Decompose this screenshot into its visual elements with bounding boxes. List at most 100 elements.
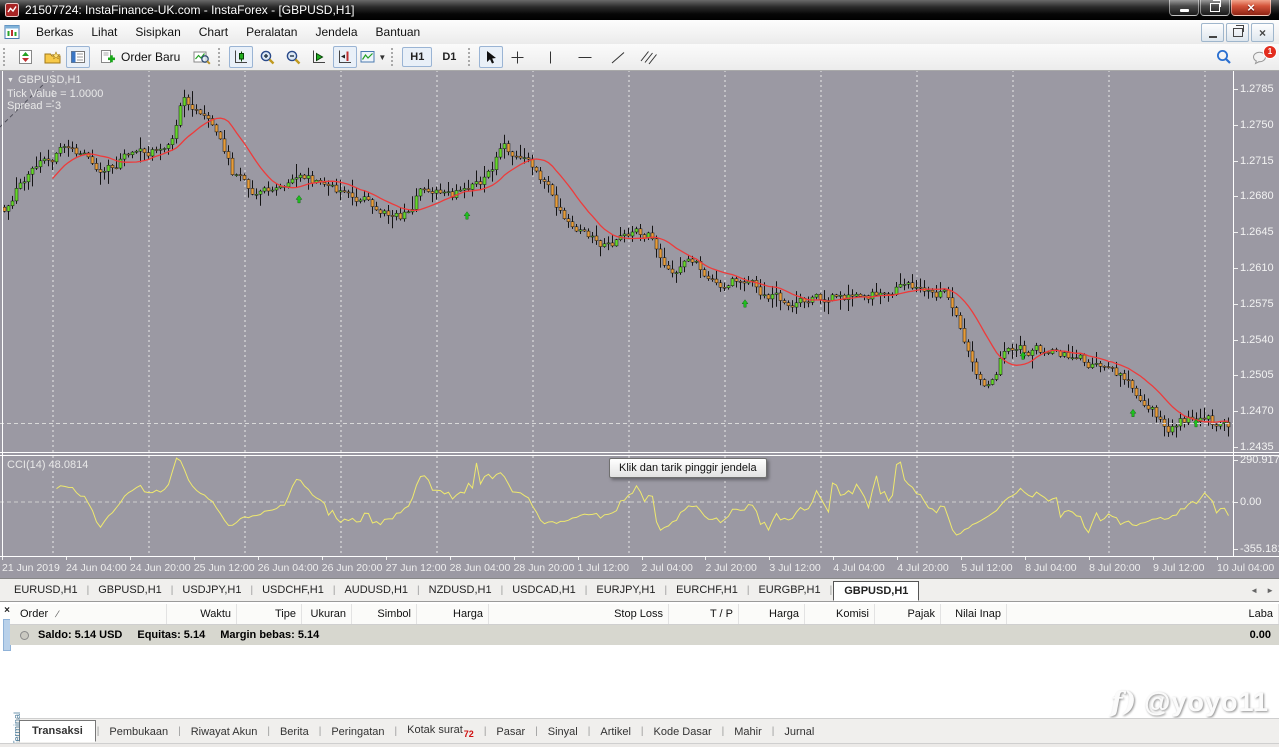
terminal-column-header[interactable]: T / P	[669, 604, 739, 624]
timeframe-button[interactable]: H1	[402, 47, 432, 67]
terminal-column-header[interactable]: Laba	[1007, 604, 1279, 624]
search-button[interactable]	[1212, 46, 1236, 68]
symbol-tab[interactable]: NZDUSD,H1	[421, 581, 500, 599]
terminal-column-header[interactable]: Harga	[739, 604, 805, 624]
terminal-tab[interactable]: Transaksi	[19, 720, 96, 742]
maximize-button[interactable]	[1200, 0, 1230, 16]
time-axis-label: 5 Jul 12:00	[961, 562, 1012, 574]
axis-tick	[578, 557, 579, 560]
toolbar-grip[interactable]	[218, 48, 224, 66]
trendline-tool-button[interactable]	[606, 46, 630, 68]
terminal-table-header: Order/WaktuTipeUkuranSimbol Harga Stop Los…	[10, 604, 1279, 625]
terminal-column-header[interactable]: Harga	[417, 604, 489, 624]
terminal-tab[interactable]: Pembukaan	[100, 722, 177, 742]
zoom-out-button[interactable]	[281, 46, 305, 68]
mdi-restore-button[interactable]	[1226, 23, 1249, 42]
symbol-tab[interactable]: GBPUSD,H1	[90, 581, 170, 599]
minimize-button[interactable]	[1169, 0, 1199, 16]
time-axis[interactable]: 21 Jun 201924 Jun 04:0024 Jun 20:0025 Ju…	[0, 557, 1279, 578]
symbol-tab[interactable]: EURGBP,H1	[750, 581, 828, 599]
terminal-tab[interactable]: Kotak surat72	[398, 720, 483, 742]
axis-tick	[258, 557, 259, 560]
candlestick-mode-button[interactable]	[229, 46, 253, 68]
terminal-column-header[interactable]: Simbol	[352, 604, 417, 624]
terminal-column-header[interactable]: Ukuran	[302, 604, 352, 624]
terminal-column-header[interactable]: Order/	[10, 604, 167, 624]
symbol-tab[interactable]: GBPUSD,H1	[833, 581, 919, 601]
zoom-in-button[interactable]	[255, 46, 279, 68]
menu-item[interactable]: Chart	[190, 21, 237, 43]
menu-item[interactable]: Lihat	[82, 21, 126, 43]
templates-button[interactable]: ▼	[359, 46, 387, 68]
terminal-tab[interactable]: Pasar	[487, 722, 534, 742]
terminal-tab[interactable]: Kode Dasar	[645, 722, 721, 742]
scroll-right-icon[interactable]: ►	[1266, 586, 1274, 595]
mdi-close-button[interactable]: ×	[1251, 23, 1274, 42]
column-label: Harga	[453, 608, 483, 620]
profiles-button[interactable]	[40, 46, 64, 68]
menu-item[interactable]: Bantuan	[367, 21, 430, 43]
toolbar-grip[interactable]	[468, 48, 474, 66]
fibonacci-tool-button[interactable]	[637, 46, 661, 68]
auto-scroll-button[interactable]	[307, 46, 331, 68]
terminal-tab[interactable]: Jurnal	[775, 722, 823, 742]
panel-splitter[interactable]	[0, 452, 1279, 453]
toolbar-grip[interactable]	[391, 48, 397, 66]
collapse-triangle-icon[interactable]: ▼	[7, 77, 14, 84]
terminal-tab[interactable]: Artikel	[591, 722, 640, 742]
terminal-tab[interactable]: Peringatan	[322, 722, 393, 742]
symbol-tab[interactable]: EURJPY,H1	[588, 581, 663, 599]
axis-tick	[1025, 557, 1026, 560]
price-axis[interactable]: 1.27851.27501.27151.26801.26451.26101.25…	[1234, 70, 1279, 557]
terminal-tab[interactable]: Mahir	[725, 722, 771, 742]
close-button[interactable]: ×	[1231, 0, 1271, 16]
scroll-left-icon[interactable]: ◄	[1250, 586, 1258, 595]
symbol-tab[interactable]: EURUSD,H1	[6, 581, 86, 599]
menu-item[interactable]: Sisipkan	[126, 21, 189, 43]
axis-tick	[1234, 375, 1238, 376]
symbol-tab[interactable]: USDCHF,H1	[254, 581, 332, 599]
crosshair-tool-button[interactable]	[505, 46, 529, 68]
indicators-button[interactable]	[190, 46, 214, 68]
profiles-folder-icon	[44, 49, 61, 65]
chart-window[interactable]: ▼GBPUSD,H1 Tick Value = 1.0000 Spread = …	[0, 70, 1279, 578]
menu-item[interactable]: Jendela	[306, 21, 366, 43]
terminal-column-header[interactable]: Waktu	[167, 604, 237, 624]
terminal-column-header[interactable]: Komisi	[805, 604, 875, 624]
axis-tick	[450, 557, 451, 560]
terminal-column-header[interactable]: Pajak	[875, 604, 941, 624]
market-watch-button[interactable]	[66, 46, 90, 68]
mdi-minimize-button[interactable]	[1201, 23, 1224, 42]
terminal-tab[interactable]: Riwayat Akun	[182, 722, 267, 742]
price-axis-label: 1.2750	[1240, 119, 1274, 131]
symbol-tab[interactable]: USDJPY,H1	[174, 581, 249, 599]
toolbar-grip[interactable]	[3, 48, 9, 66]
symbol-tab[interactable]: USDCAD,H1	[504, 581, 584, 599]
time-axis-label: 8 Jul 20:00	[1089, 562, 1140, 574]
price-axis-label: 1.2680	[1240, 190, 1274, 202]
zoom-in-icon	[259, 49, 276, 66]
price-chart[interactable]	[0, 70, 1233, 452]
vertical-line-tool-button[interactable]	[538, 46, 562, 68]
menu-item[interactable]: Peralatan	[237, 21, 306, 43]
chart-shift-button[interactable]	[333, 46, 357, 68]
symbol-tab[interactable]: EURCHF,H1	[668, 581, 746, 599]
terminal-tab[interactable]: Berita	[271, 722, 318, 742]
menu-item[interactable]: Berkas	[27, 21, 82, 43]
horizontal-line-tool-button[interactable]	[573, 46, 597, 68]
terminal-tab[interactable]: Sinyal	[539, 722, 587, 742]
new-chart-button[interactable]	[14, 46, 38, 68]
chart-window-icon[interactable]	[4, 24, 20, 40]
cursor-tool-button[interactable]	[479, 46, 503, 68]
symbol-tab[interactable]: AUDUSD,H1	[336, 581, 416, 599]
terminal-column-header[interactable]: Tipe	[237, 604, 302, 624]
maximize-icon	[1210, 3, 1220, 12]
time-axis-label: 9 Jul 12:00	[1153, 562, 1204, 574]
time-axis-label: 2 Jul 20:00	[705, 562, 756, 574]
panel-splitter[interactable]	[0, 455, 1279, 456]
terminal-column-header[interactable]: Stop Loss	[489, 604, 669, 624]
new-order-button[interactable]: Order Baru	[92, 46, 188, 68]
notifications-button[interactable]: 1	[1248, 48, 1272, 66]
timeframe-button[interactable]: D1	[434, 47, 464, 67]
terminal-column-header[interactable]: Nilai Inap	[941, 604, 1007, 624]
